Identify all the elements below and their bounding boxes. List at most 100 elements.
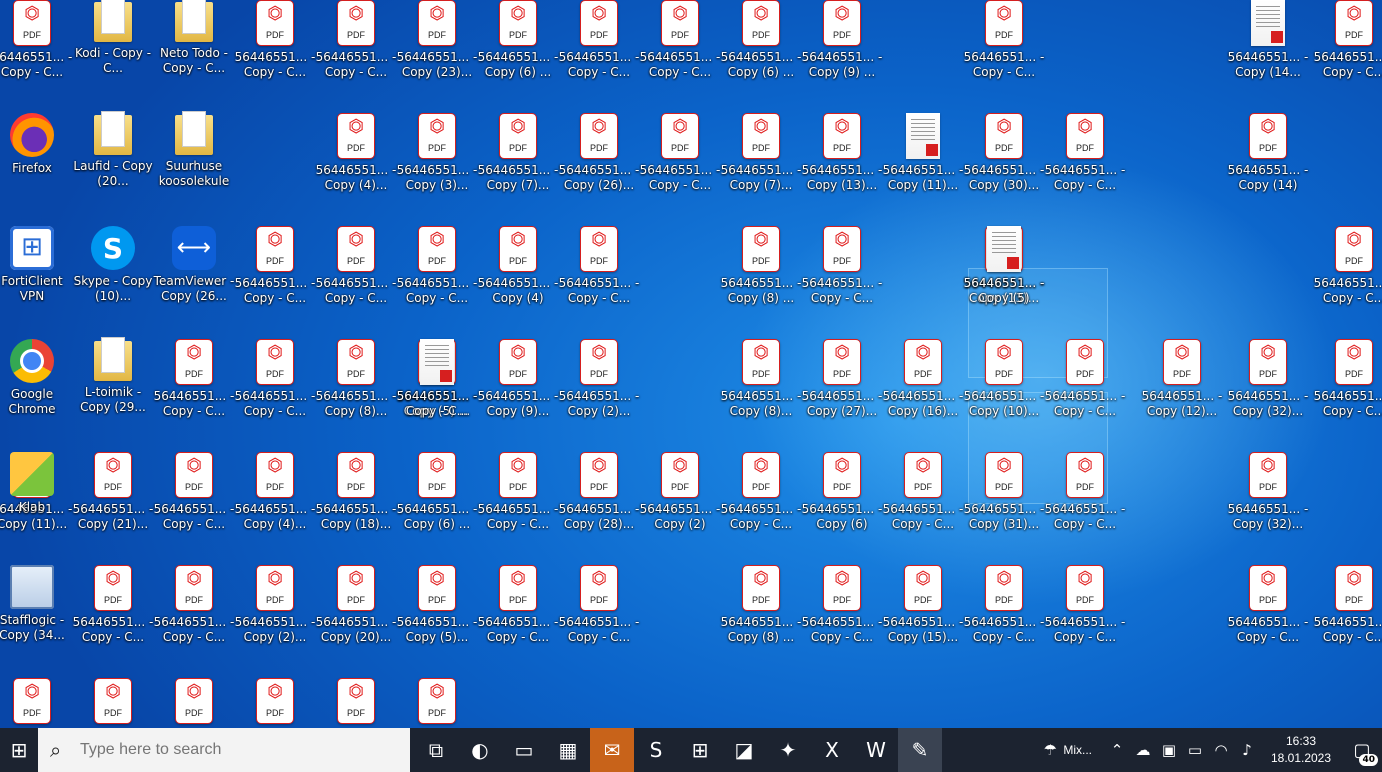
pdf_items-icon-item[interactable]: ⏣ PDF 56446551... - Copy (26)... <box>557 111 641 203</box>
taskbar-forticlient-button[interactable]: ⊞ <box>678 728 722 772</box>
pdf_items-icon-item[interactable]: ⏣ PDF 56446551... - Copy - C... <box>557 0 641 90</box>
folders-icon-item[interactable]: Neto Todo - Copy - C... <box>152 0 236 90</box>
pdf_items-icon-item[interactable]: ⏣ PDF 56446551... - Copy - C... <box>395 224 479 316</box>
taskbar-skype-button[interactable]: S <box>634 728 678 772</box>
apps-icon-item[interactable]: FortiClient VPN <box>0 224 74 316</box>
pdf_items-icon-item[interactable]: ⏣ PDF 56446551... - Copy - C... <box>962 563 1046 655</box>
pdf_items-icon-item[interactable]: ⏣ PDF 56446551... - Copy (6) ... <box>395 450 479 542</box>
pdf_items-icon-item[interactable]: ⏣ PDF 56446551... - Copy (8) ... <box>719 224 803 316</box>
pdf_items-icon-item[interactable]: ⏣ PDF 56446551... - Copy - C... <box>1043 337 1127 429</box>
pdf_items-icon-item[interactable]: ⏣ PDF 56446551... - Copy (8)... <box>314 337 398 429</box>
taskbar-paint-button[interactable]: ✎ <box>898 728 942 772</box>
pdf_items-icon-item[interactable]: ⏣ PDF 56446551... - Copy - C... <box>1226 563 1310 655</box>
taskbar-task-view-button[interactable]: ⧉ <box>414 728 458 772</box>
pdf_items-icon-item[interactable]: ⏣ PDF 56446551... - Copy (21)... <box>71 450 155 542</box>
taskbar-edge-button[interactable]: ◐ <box>458 728 502 772</box>
pdf_items-icon-item[interactable]: ⏣ PDF 56446551... - Copy - C... <box>881 450 965 542</box>
doc_items-icon-item[interactable]: 56446551... - Copy (11)... <box>881 111 965 203</box>
pdf_items-icon-item[interactable]: ⏣ PDF <box>395 676 479 728</box>
apps-icon-item[interactable]: Klab <box>0 450 74 542</box>
pdf_items-icon-item[interactable]: ⏣ PDF 56446551... - Copy - C... <box>71 563 155 655</box>
pdf_items-icon-item[interactable]: ⏣ PDF 56446551... - Copy - C... <box>0 0 74 90</box>
taskbar-outlook-button[interactable]: ✉ <box>590 728 634 772</box>
pdf_items-icon-item[interactable]: ⏣ PDF 56446551... - Copy - C... <box>1312 224 1382 316</box>
pdf_items-icon-item[interactable]: ⏣ PDF 56446551... - Copy (2)... <box>557 337 641 429</box>
apps-icon-item[interactable]: Skype - Copy (10)... <box>71 224 155 316</box>
apps-icon-item[interactable]: Firefox <box>0 111 74 203</box>
pdf_items-icon-item[interactable]: ⏣ PDF 56446551... - Copy (9) ... <box>800 0 884 90</box>
taskbar-file-explorer-button[interactable]: ▭ <box>502 728 546 772</box>
chevron-up-icon[interactable]: ⌃ <box>1104 741 1130 759</box>
pdf_items-icon-item[interactable]: ⏣ PDF 56446551... - Copy (32)... <box>1226 337 1310 429</box>
taskbar-excel-button[interactable]: X <box>810 728 854 772</box>
pdf_items-icon-item[interactable]: ⏣ PDF <box>0 676 74 728</box>
pdf_items-icon-item[interactable]: ⏣ PDF 56446551... - Copy - C... <box>233 337 317 429</box>
desktop[interactable]: ⏣ PDF 56446551... - Copy - C... ⏣ PDF 5644655… <box>0 0 1382 728</box>
apps-icon-item[interactable]: Stafflogic - Copy (34... <box>0 563 74 655</box>
pdf_items-icon-item[interactable]: ⏣ PDF 56446551... - Copy (20)... <box>314 563 398 655</box>
pdf_items-icon-item[interactable]: ⏣ PDF <box>152 676 236 728</box>
doc_items-icon-item[interactable]: 56446551... - Copy - C... <box>395 337 479 429</box>
pdf_items-icon-item[interactable]: ⏣ PDF 56446551... - Copy - C... <box>476 450 560 542</box>
folders-icon-item[interactable]: Kodi - Copy - C... <box>71 0 155 90</box>
pdf_items-icon-item[interactable]: ⏣ PDF 56446551... - Copy - C... <box>233 224 317 316</box>
pdf_items-icon-item[interactable]: ⏣ PDF 56446551... - Copy - C... <box>638 0 722 90</box>
pdf_items-icon-item[interactable]: ⏣ PDF 56446551... - Copy - C... <box>557 224 641 316</box>
weather-text[interactable]: Mix... <box>1063 743 1092 757</box>
apps-icon-item[interactable]: TeamViewer - Copy (26... <box>152 224 236 316</box>
pdf_items-icon-item[interactable]: ⏣ PDF <box>314 676 398 728</box>
pdf_items-icon-item[interactable]: ⏣ PDF 56446551... - Copy (8) ... <box>719 563 803 655</box>
pdf_items-icon-item[interactable]: ⏣ PDF 56446551... - Copy (8)... <box>719 337 803 429</box>
volume-icon[interactable]: ♪ <box>1234 741 1260 759</box>
pdf_items-icon-item[interactable]: ⏣ PDF 56446551... - Copy (30)... <box>962 111 1046 203</box>
pdf_items-icon-item[interactable]: ⏣ PDF 56446551... - Copy (28)... <box>557 450 641 542</box>
monitor-icon[interactable]: ▣ <box>1156 741 1182 759</box>
pdf_items-icon-item[interactable]: ⏣ PDF 56446551... - Copy - C... <box>152 450 236 542</box>
pdf_items-icon-item[interactable]: ⏣ PDF 56446551... - Copy - C... <box>1312 563 1382 655</box>
pdf_items-icon-item[interactable]: ⏣ PDF 56446551... - Copy (16)... <box>881 337 965 429</box>
pdf_items-icon-item[interactable]: ⏣ PDF 56446551... - Copy - C... <box>962 0 1046 90</box>
pdf_items-icon-item[interactable]: ⏣ PDF 56446551... - Copy (15)... <box>881 563 965 655</box>
pdf_items-icon-item[interactable]: ⏣ PDF 56446551... - Copy (27)... <box>800 337 884 429</box>
clock[interactable]: 16:33 18.01.2023 <box>1260 728 1342 772</box>
pdf_items-icon-item[interactable]: ⏣ PDF 56446551... - Copy (6) ... <box>476 0 560 90</box>
pdf_items-icon-item[interactable]: ⏣ PDF 56446551... - Copy (31)... <box>962 450 1046 542</box>
taskbar-store-button[interactable]: ▦ <box>546 728 590 772</box>
pdf_items-icon-item[interactable]: ⏣ PDF 56446551... - Copy - C... <box>476 563 560 655</box>
pdf_items-icon-item[interactable]: ⏣ PDF 56446551... - Copy - C... <box>1312 337 1382 429</box>
pdf_items-icon-item[interactable]: ⏣ PDF 56446551... - Copy (4)... <box>233 450 317 542</box>
pdf_items-icon-item[interactable]: ⏣ PDF 56446551... - Copy - C... <box>719 450 803 542</box>
pdf_items-icon-item[interactable]: ⏣ PDF 56446551... - Copy - C... <box>800 563 884 655</box>
pdf_items-icon-item[interactable]: ⏣ PDF 56446551... - Copy - C... <box>233 0 317 90</box>
doc_items-icon-item[interactable]: 56446551... - Copy (14... <box>1226 0 1310 90</box>
pdf_items-icon-item[interactable]: ⏣ PDF 56446551... - Copy - C... <box>638 111 722 203</box>
pdf_items-icon-item[interactable]: ⏣ PDF 56446551... - Copy - C... <box>800 224 884 316</box>
pdf_items-icon-item[interactable]: ⏣ PDF 56446551... - Copy (7)... <box>719 111 803 203</box>
pdf_items-icon-item[interactable]: ⏣ PDF 56446551... - Copy (2)... <box>233 563 317 655</box>
battery-icon[interactable]: ▭ <box>1182 741 1208 759</box>
taskbar-notes-button[interactable]: ◪ <box>722 728 766 772</box>
pdf_items-icon-item[interactable]: ⏣ PDF 56446551... - Copy (6) ... <box>719 0 803 90</box>
pdf_items-icon-item[interactable]: ⏣ PDF 56446551... - Copy - C... <box>152 563 236 655</box>
pdf_items-icon-item[interactable]: ⏣ PDF 56446551... - Copy (5)... <box>395 563 479 655</box>
pdf_items-icon-item[interactable]: ⏣ PDF 56446551... - Copy (4)... <box>314 111 398 203</box>
folders-icon-item[interactable]: L-toimik - Copy (29... <box>71 337 155 429</box>
folders-icon-item[interactable]: Suurhuse koosolekule <box>152 111 236 203</box>
pdf_items-icon-item[interactable]: ⏣ PDF 56446551... - Copy (4) <box>476 224 560 316</box>
pdf_items-icon-item[interactable]: ⏣ PDF 56446551... - Copy - C... <box>1043 563 1127 655</box>
pdf_items-icon-item[interactable]: ⏣ PDF 56446551... - Copy (7)... <box>476 111 560 203</box>
pdf_items-icon-item[interactable]: ⏣ PDF 56446551... - Copy (18)... <box>314 450 398 542</box>
taskbar-teams-button[interactable]: ✦ <box>766 728 810 772</box>
pdf_items-icon-item[interactable]: ⏣ PDF 56446551... - Copy - C... <box>1312 0 1382 90</box>
folders-icon-item[interactable]: Laufid - Copy (20... <box>71 111 155 203</box>
pdf_items-icon-item[interactable]: ⏣ PDF 56446551... - Copy - C... <box>557 563 641 655</box>
pdf_items-icon-item[interactable]: ⏣PDF56446551... C... <box>71 676 155 728</box>
pdf_items-icon-item[interactable]: ⏣ PDF 56446551... - Copy (23)... <box>395 0 479 90</box>
pdf_items-icon-item[interactable]: ⏣ PDF 56446551... - Copy - C... <box>152 337 236 429</box>
wifi-icon[interactable]: ◠ <box>1208 741 1234 759</box>
doc_items-icon-item[interactable]: 56446551... - Copy (5) <box>962 224 1046 316</box>
pdf_items-icon-item[interactable]: ⏣ PDF 56446551... - Copy (32)... <box>1226 450 1310 542</box>
pdf_items-icon-item[interactable]: ⏣ PDF 56446551... - Copy (10)... <box>962 337 1046 429</box>
start-button[interactable]: ⊞ <box>0 728 38 772</box>
pdf_items-icon-item[interactable]: ⏣ PDF 56446551... - Copy (12)... <box>1140 337 1224 429</box>
